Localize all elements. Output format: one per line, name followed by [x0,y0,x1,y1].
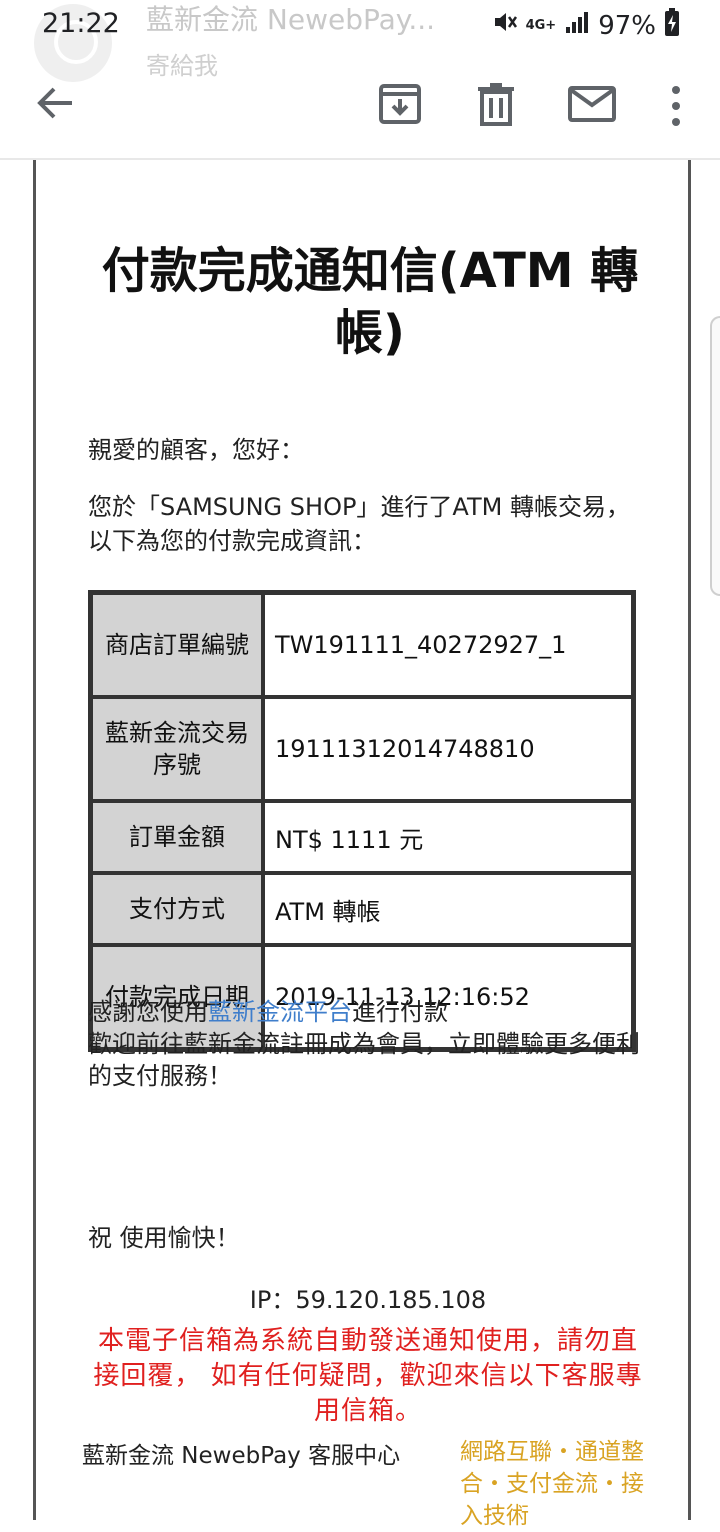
status-icons: 4G+ 97% [492,8,680,43]
more-options-button[interactable] [664,82,688,130]
closing-wish: 祝 使用愉快！ [88,1224,240,1252]
newebpay-platform-link[interactable]: 藍新金流平台 [208,998,352,1026]
ip-address: IP：59.120.185.108 [249,1286,487,1314]
back-button[interactable] [30,78,80,128]
thanks-text: 感謝您使用藍新金流平台進行付款 歡迎前往藍新金流註冊成為會員，立即體驗更多便利的… [88,996,648,1092]
table-row: 藍新金流交易序號 19111312014748810 [91,697,633,801]
scroll-handle[interactable] [710,316,720,596]
row-value-order-number: TW191111_40272927_1 [263,593,633,697]
payment-info-table: 商店訂單編號 TW191111_40272927_1 藍新金流交易序號 1911… [88,590,636,1052]
table-row: 訂單金額 NT$ 1111 元 [91,801,633,873]
sender-name: 藍新金流 NewebPay... [146,3,436,36]
email-title: 付款完成通知信(ATM 轉帳) [101,243,639,361]
status-bar: 藍新金流 NewebPay... 寄給我 21:22 4G+ 97% [0,0,720,82]
status-time: 21:22 [42,8,120,39]
thanks-suffix: 進行付款 [352,998,448,1026]
footer-service-center: 藍新金流 NewebPay 客服中心 [82,1443,401,1469]
mark-unread-button[interactable] [568,86,616,122]
more-vert-icon [672,86,680,126]
archive-button[interactable] [378,82,422,126]
archive-icon [379,84,421,124]
row-label-payment-method: 支付方式 [91,873,263,945]
battery-percent: 97% [598,10,656,41]
footer-slogan: 網路互聯・通道整合・支付金流・接入技術 [460,1439,644,1529]
auto-email-notice: 本電子信箱為系統自動發送通知使用，請勿直接回覆， 如有任何疑問，歡迎來信以下客服… [93,1326,643,1426]
app-bar [0,60,720,158]
table-row: 商店訂單編號 TW191111_40272927_1 [91,593,633,697]
battery-charging-icon [664,8,680,43]
intro-text: 您於「SAMSUNG SHOP」進行了ATM 轉帳交易，以下為您的付款完成資訊： [88,493,630,555]
row-label-transaction-id: 藍新金流交易序號 [91,697,263,801]
delete-icon [478,83,514,126]
table-row: 支付方式 ATM 轉帳 [91,873,633,945]
register-invite-text: 歡迎前往藍新金流註冊成為會員，立即體驗更多便利的支付服務！ [88,1030,640,1090]
network-type-icon: 4G+ [525,18,557,33]
signal-icon [564,9,590,42]
thanks-prefix: 感謝您使用 [88,998,208,1026]
row-label-order-number: 商店訂單編號 [91,593,263,697]
mute-icon [492,9,518,42]
row-value-payment-method: ATM 轉帳 [263,873,633,945]
arrow-back-icon [37,87,72,119]
greeting-text: 親愛的顧客，您好： [88,436,304,464]
email-body: 付款完成通知信(ATM 轉帳) 親愛的顧客，您好： 您於「SAMSUNG SHO… [33,160,691,1529]
delete-button[interactable] [476,82,516,126]
row-value-amount: NT$ 1111 元 [263,801,633,873]
mail-icon [568,86,616,122]
row-label-amount: 訂單金額 [91,801,263,873]
row-value-transaction-id: 19111312014748810 [263,697,633,801]
